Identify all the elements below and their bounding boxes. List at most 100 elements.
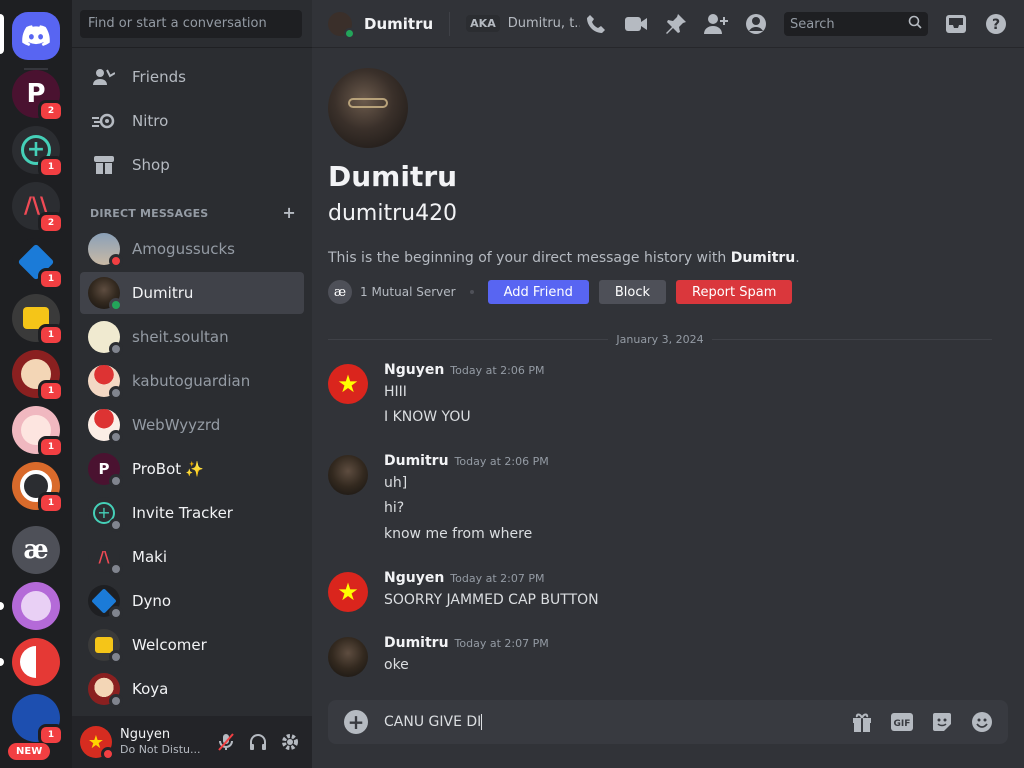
dm-item[interactable]: /\ Maki: [80, 536, 304, 578]
message-text: HIII: [384, 384, 407, 400]
pinned-messages-button[interactable]: [656, 12, 696, 36]
dm-item-active[interactable]: Dumitru: [80, 272, 304, 314]
message-text: oke: [384, 657, 409, 673]
video-call-button[interactable]: [616, 12, 656, 36]
user-info[interactable]: Nguyen Do Not Distu...: [120, 727, 201, 757]
gift-icon: [853, 713, 871, 732]
dm-item[interactable]: sheit.soultan: [80, 316, 304, 358]
server-maki[interactable]: /\\ 2: [12, 182, 64, 234]
server-rail: P2 +1 /\\ 2 1 1 1 1 1 æ 1 NEW: [0, 0, 72, 768]
intro-text: This is the beginning of your direct mes…: [328, 250, 998, 266]
mutual-servers-link[interactable]: æ 1 Mutual Server: [328, 280, 456, 304]
find-conversation-placeholder: Find or start a conversation: [88, 16, 267, 31]
yin-yang-icon: [20, 646, 52, 678]
dm-name: Dumitru: [132, 284, 194, 302]
server-owl[interactable]: 1: [12, 462, 64, 514]
block-button[interactable]: Block: [598, 280, 667, 304]
emoji-button[interactable]: [966, 710, 998, 734]
star-icon: ★: [337, 578, 359, 606]
upload-plus-button[interactable]: +: [344, 710, 368, 734]
active-pill: [0, 14, 4, 54]
dm-item[interactable]: kabutoguardian: [80, 360, 304, 402]
add-user-icon: [704, 14, 728, 34]
message-author[interactable]: Dumitru: [384, 635, 449, 651]
header-separator: [449, 11, 451, 36]
status-dnd-icon: [109, 254, 123, 268]
dm-name: Koya: [132, 680, 169, 698]
dm-name: sheit.soultan: [132, 328, 229, 346]
server-blue[interactable]: 1: [12, 694, 64, 746]
header-search-input[interactable]: Search: [784, 12, 928, 36]
dm-item[interactable]: Koya: [80, 668, 304, 710]
add-friend-button[interactable]: Add Friend: [487, 280, 589, 304]
create-dm-plus-icon[interactable]: +: [282, 205, 296, 221]
gif-button[interactable]: GIF: [886, 710, 918, 734]
header-username[interactable]: Dumitru: [364, 15, 433, 33]
dm-item[interactable]: + Invite Tracker: [80, 492, 304, 534]
phone-icon: [587, 15, 605, 33]
badge: 1: [38, 492, 64, 514]
server-welcomer[interactable]: 1: [12, 294, 64, 346]
emoji-icon: [972, 712, 992, 732]
dm-item[interactable]: Amogussucks: [80, 228, 304, 270]
badge: 1: [38, 324, 64, 346]
probot-icon: P: [98, 460, 110, 478]
message-avatar[interactable]: ★: [328, 572, 368, 612]
server-anime-girl[interactable]: 1: [12, 406, 64, 458]
help-button[interactable]: ?: [976, 12, 1016, 36]
message-author[interactable]: Nguyen: [384, 362, 444, 378]
dm-item[interactable]: Dyno: [80, 580, 304, 622]
message-text: hi?: [384, 500, 405, 516]
message-input[interactable]: CANU GIVE DI: [384, 714, 846, 730]
message-avatar[interactable]: [328, 455, 368, 495]
server-invite-tracker[interactable]: +1: [12, 126, 64, 178]
message-author[interactable]: Nguyen: [384, 570, 444, 586]
separator-dot: [469, 290, 474, 294]
aka-names[interactable]: Dumitru, t...: [508, 16, 580, 31]
server-yin-yang[interactable]: [12, 638, 60, 686]
status-online-icon: [344, 27, 355, 39]
message-author[interactable]: Dumitru: [384, 453, 449, 469]
badge: 2: [38, 100, 64, 122]
avatar: [88, 585, 123, 620]
deafen-button[interactable]: [244, 728, 272, 756]
new-badge[interactable]: NEW: [8, 743, 51, 760]
dm-name: ProBot: [132, 460, 182, 478]
avatar: +: [88, 497, 123, 532]
message-avatar[interactable]: ★: [328, 364, 368, 404]
find-conversation-input[interactable]: Find or start a conversation: [80, 10, 302, 38]
dm-item[interactable]: Welcomer: [80, 624, 304, 666]
date-divider: January 3, 2024: [328, 331, 992, 347]
dm-item[interactable]: P ProBot ✨: [80, 448, 304, 490]
message-avatar[interactable]: [328, 637, 368, 677]
nav-nitro[interactable]: Nitro: [80, 100, 304, 142]
add-friends-to-dm-button[interactable]: [696, 12, 736, 36]
discord-home-button[interactable]: [12, 12, 60, 60]
report-spam-button[interactable]: Report Spam: [676, 280, 793, 304]
mic-off-icon: [218, 733, 234, 751]
status-offline-icon: [109, 650, 123, 664]
badge: 1: [38, 156, 64, 178]
server-koya[interactable]: 1: [12, 350, 64, 402]
unread-pill: [0, 658, 4, 666]
inbox-button[interactable]: [936, 12, 976, 36]
gift-button[interactable]: [846, 710, 878, 734]
dm-item[interactable]: WebWyyzrd: [80, 404, 304, 446]
nav-friends[interactable]: Friends: [80, 56, 304, 98]
chat-header: Dumitru AKA Dumitru, t... Search ?: [312, 0, 1024, 48]
voice-call-button[interactable]: [576, 12, 616, 36]
user-avatar[interactable]: ★: [80, 726, 115, 761]
user-settings-button[interactable]: [276, 728, 304, 756]
nav-shop-label: Shop: [132, 156, 170, 174]
user-profile-button[interactable]: [736, 12, 776, 36]
server-mutual[interactable]: æ: [12, 526, 60, 574]
profile-avatar-large[interactable]: [328, 68, 408, 148]
server-probot[interactable]: P2: [12, 70, 64, 122]
sparkle-icon: ✨: [185, 460, 204, 478]
server-dyno[interactable]: 1: [12, 238, 64, 290]
server-purple[interactable]: [12, 582, 60, 630]
message-text: know me from where: [384, 526, 533, 542]
nav-shop[interactable]: Shop: [80, 144, 304, 186]
mute-mic-button[interactable]: [212, 728, 240, 756]
sticker-button[interactable]: [926, 710, 958, 734]
